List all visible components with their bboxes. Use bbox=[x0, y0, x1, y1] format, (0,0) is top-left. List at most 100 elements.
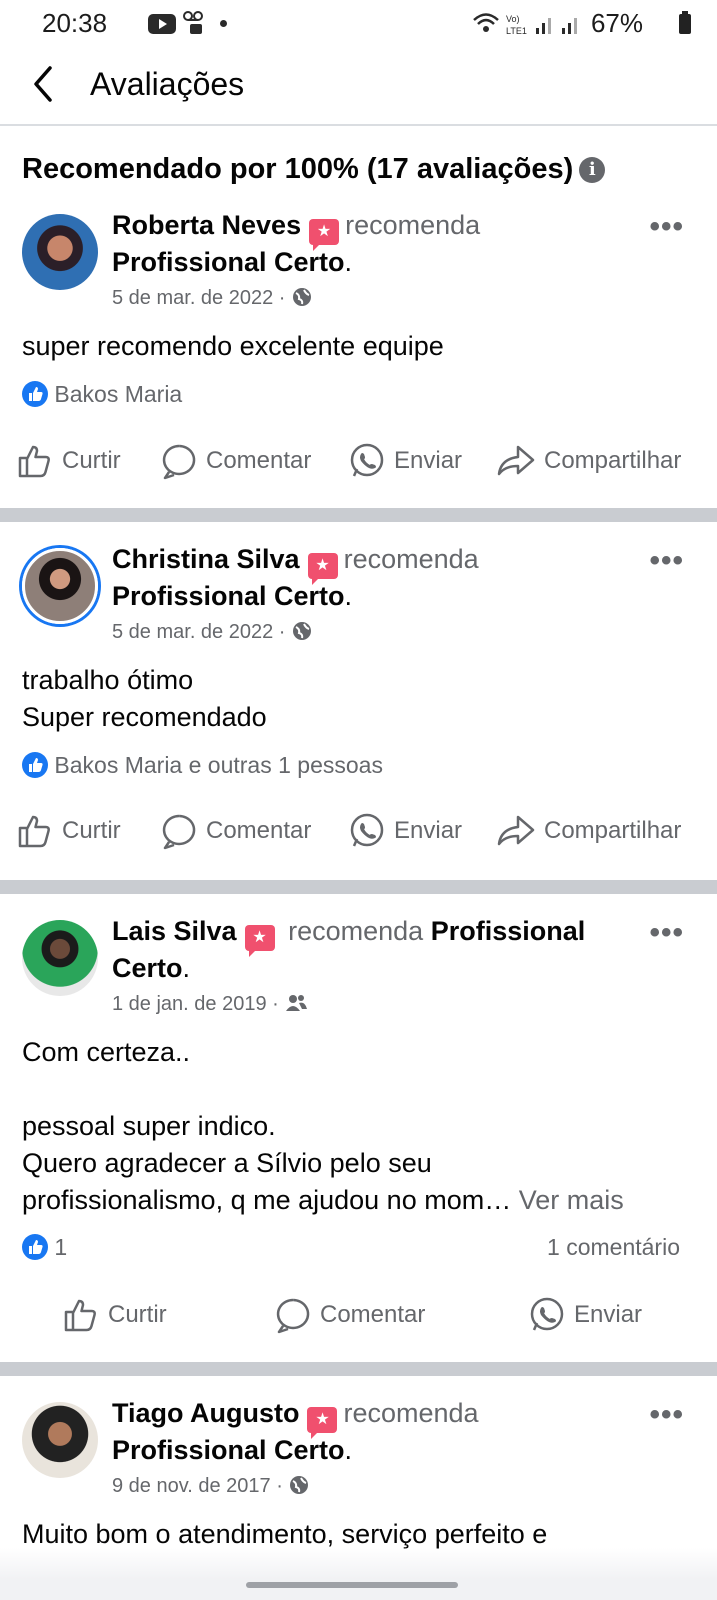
post-text-line: Quero agradecer a Sílvio pelo seu bbox=[22, 1148, 432, 1178]
comment-label: Comentar bbox=[206, 817, 312, 844]
more-options-icon[interactable]: ••• bbox=[649, 1398, 684, 1432]
more-options-icon[interactable]: ••• bbox=[649, 210, 684, 244]
share-button[interactable]: Compartilhar bbox=[496, 442, 681, 480]
info-icon[interactable]: i bbox=[579, 157, 606, 183]
svg-text:Vo): Vo) bbox=[506, 14, 520, 24]
whatsapp-icon bbox=[350, 443, 384, 477]
post-date[interactable]: 5 de mar. de 2022 · bbox=[112, 620, 313, 644]
author-name[interactable]: Lais Silva bbox=[112, 916, 237, 946]
send-button[interactable]: Enviar bbox=[528, 1296, 642, 1334]
avatar[interactable] bbox=[22, 920, 98, 996]
like-button[interactable]: Curtir bbox=[62, 1296, 167, 1334]
post-date[interactable]: 9 de nov. de 2017 · bbox=[112, 1474, 310, 1498]
post-text-line: super recomendo excelente equipe bbox=[22, 331, 444, 361]
post-text-line: trabalho ótimo bbox=[22, 665, 194, 695]
send-label: Enviar bbox=[394, 447, 463, 474]
comment-button[interactable]: Comentar bbox=[274, 1296, 425, 1334]
like-reaction-icon bbox=[22, 752, 48, 778]
period: . bbox=[344, 1435, 353, 1465]
action-bar: Curtir Comentar Enviar Compartilhar bbox=[0, 812, 717, 862]
recommend-verb: recomenda bbox=[343, 1398, 479, 1428]
recommend-badge-icon: ★ bbox=[307, 553, 338, 585]
page-name[interactable]: Profissional Certo bbox=[112, 1435, 345, 1465]
reactions-summary[interactable]: Bakos Maria bbox=[22, 381, 182, 408]
status-dot-icon bbox=[220, 20, 227, 27]
post-text: Com certeza.. pessoal super indico. Quer… bbox=[22, 1034, 692, 1219]
recommend-verb: recomenda bbox=[343, 544, 479, 574]
period: . bbox=[344, 247, 353, 277]
post-header: Tiago Augusto ★ recomenda Profissional Cer… bbox=[112, 1396, 632, 1468]
status-voicemail-icon bbox=[182, 10, 206, 41]
post-header: Roberta Neves ★ recomenda Profissional Cer… bbox=[112, 208, 632, 280]
post-separator bbox=[0, 508, 717, 522]
recommend-verb: recomenda bbox=[345, 210, 481, 240]
post-text-last-line: profissionalismo, q me ajudou no mom… Ve… bbox=[22, 1182, 692, 1219]
like-label: Curtir bbox=[62, 817, 121, 844]
like-button[interactable]: Curtir bbox=[16, 442, 121, 480]
like-label: Curtir bbox=[108, 1301, 167, 1328]
post-text: trabalho ótimo Super recomendado bbox=[22, 662, 692, 736]
post-header: Lais Silva ★ recomenda Profissional Certo… bbox=[112, 914, 642, 986]
navigation-bar-background bbox=[0, 1548, 717, 1600]
page-title: Avaliações bbox=[90, 66, 245, 102]
like-reaction-icon bbox=[22, 1234, 48, 1260]
like-reaction-icon bbox=[22, 381, 48, 407]
recommendation-summary: Recomendado por 100% (17 avaliações) i bbox=[22, 153, 606, 186]
comment-icon bbox=[276, 1298, 310, 1334]
post-text-line: Super recomendado bbox=[22, 702, 267, 732]
page-name[interactable]: Profissional Certo bbox=[112, 247, 345, 277]
like-button[interactable]: Curtir bbox=[16, 812, 121, 850]
period: . bbox=[182, 953, 191, 983]
action-bar: Curtir Comentar Enviar Compartilhar bbox=[0, 442, 717, 492]
header-divider bbox=[0, 124, 717, 126]
status-time: 20:38 bbox=[42, 8, 108, 38]
send-label: Enviar bbox=[394, 817, 463, 844]
thumbs-up-icon bbox=[18, 815, 50, 848]
whatsapp-icon bbox=[530, 1297, 564, 1331]
comment-button[interactable]: Comentar bbox=[160, 442, 311, 480]
page-name-cont[interactable]: Certo bbox=[112, 953, 183, 983]
send-button[interactable]: Enviar bbox=[348, 812, 462, 850]
post-date[interactable]: 1 de jan. de 2019 · bbox=[112, 992, 308, 1016]
post-text-line bbox=[22, 1071, 692, 1108]
post-text-line: Com certeza.. bbox=[22, 1037, 191, 1067]
more-options-icon[interactable]: ••• bbox=[649, 916, 684, 950]
avatar[interactable] bbox=[22, 214, 98, 290]
author-name[interactable]: Roberta Neves bbox=[112, 210, 301, 240]
reactions-text: Bakos Maria e outras 1 pessoas bbox=[54, 752, 383, 778]
more-options-icon[interactable]: ••• bbox=[649, 544, 684, 578]
send-button[interactable]: Enviar bbox=[348, 442, 462, 480]
like-label: Curtir bbox=[62, 447, 121, 474]
page-name[interactable]: Profissional Certo bbox=[112, 581, 345, 611]
avatar[interactable] bbox=[22, 548, 98, 624]
comments-count[interactable]: 1 comentário bbox=[547, 1234, 680, 1261]
action-bar: Curtir Comentar Enviar bbox=[0, 1296, 717, 1346]
author-name[interactable]: Tiago Augusto bbox=[112, 1398, 299, 1428]
comment-button[interactable]: Comentar bbox=[160, 812, 311, 850]
recommend-badge-icon: ★ bbox=[309, 219, 340, 251]
comment-label: Comentar bbox=[206, 447, 312, 474]
reactions-summary[interactable]: 1 bbox=[22, 1234, 67, 1261]
battery-icon bbox=[679, 11, 691, 34]
avatar[interactable] bbox=[22, 1402, 98, 1478]
share-icon bbox=[497, 815, 535, 846]
reactions-summary[interactable]: Bakos Maria e outras 1 pessoas bbox=[22, 752, 383, 779]
recommend-badge-icon: ★ bbox=[307, 1407, 338, 1439]
see-more-link[interactable]: Ver mais bbox=[519, 1185, 624, 1215]
home-gesture-bar[interactable] bbox=[246, 1582, 458, 1588]
share-label: Compartilhar bbox=[544, 817, 682, 844]
back-button[interactable] bbox=[26, 64, 66, 104]
post-separator bbox=[0, 880, 717, 894]
post-separator bbox=[0, 1362, 717, 1376]
share-label: Compartilhar bbox=[544, 447, 682, 474]
comment-icon bbox=[162, 814, 196, 850]
share-button[interactable]: Compartilhar bbox=[496, 812, 681, 850]
author-name[interactable]: Christina Silva bbox=[112, 544, 300, 574]
svg-text:LTE1: LTE1 bbox=[506, 26, 527, 36]
period: . bbox=[344, 581, 353, 611]
status-youtube-icon bbox=[148, 14, 176, 34]
globe-icon bbox=[293, 288, 312, 306]
post-date[interactable]: 5 de mar. de 2022 · bbox=[112, 286, 313, 310]
share-icon bbox=[497, 445, 535, 476]
page-name[interactable]: Profissional bbox=[431, 916, 586, 946]
